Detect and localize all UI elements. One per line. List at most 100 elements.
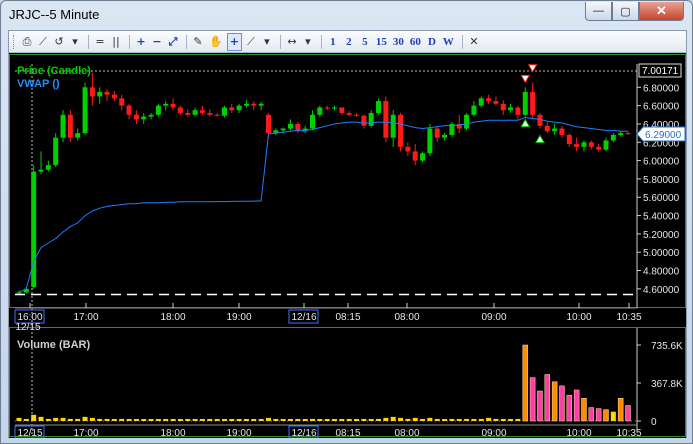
- candle-body: [544, 125, 550, 132]
- dropdown-icon[interactable]: ▾: [260, 33, 274, 51]
- volume-bar: [221, 419, 227, 421]
- interval-button-w[interactable]: W: [441, 33, 456, 51]
- candle-body: [119, 98, 125, 106]
- draw-pen-icon[interactable]: ✎: [191, 33, 205, 51]
- chart-area[interactable]: 6.80000 6.60000 6.40000 6.20000 6.00000 5.800…: [9, 54, 686, 439]
- volume-bar: [155, 419, 161, 421]
- price-tick-label: 5.00000: [643, 248, 680, 259]
- chart-svg[interactable]: 6.800006.600006.400006.200006.000005.800…: [9, 54, 686, 439]
- interval-button-5[interactable]: 5: [358, 33, 372, 51]
- volume-bar: [500, 418, 506, 421]
- candle-body: [383, 101, 389, 138]
- volume-bar: [603, 409, 609, 422]
- volume-bar: [427, 417, 433, 421]
- close-chart-icon[interactable]: ✕: [467, 33, 481, 51]
- zoom-out-icon[interactable]: −: [150, 33, 164, 51]
- volume-bar: [45, 418, 51, 421]
- minimize-button[interactable]: —: [585, 2, 612, 21]
- pause-icon[interactable]: ||: [109, 33, 123, 51]
- fit-icon[interactable]: ⤢: [166, 33, 180, 51]
- print-icon[interactable]: ⎙: [20, 33, 34, 51]
- candle-body: [412, 151, 418, 161]
- candle-body: [16, 292, 22, 294]
- equals-icon[interactable]: =: [93, 33, 107, 51]
- volume-bar: [522, 344, 529, 422]
- high-marker-label: 7.00171: [642, 66, 679, 77]
- candle-body: [236, 105, 242, 111]
- dropdown-icon[interactable]: ▾: [68, 33, 82, 51]
- time-axis-label: 12/16: [291, 312, 316, 323]
- vwap-line: [18, 116, 628, 293]
- candle-body: [192, 110, 198, 115]
- candle-body: [280, 128, 286, 131]
- hand-pan-icon[interactable]: ✋: [207, 33, 225, 51]
- volume-bar: [332, 419, 338, 421]
- volume-bar: [67, 418, 73, 421]
- interval-button-2[interactable]: 2: [342, 33, 356, 51]
- volume-bar: [573, 389, 580, 422]
- volume-bar: [383, 417, 389, 421]
- start-date-label: 12/15: [15, 322, 40, 333]
- candle-body: [405, 146, 411, 152]
- candle-body: [588, 142, 594, 147]
- price-tick-label: 4.60000: [643, 285, 680, 296]
- line-chart-icon[interactable]: ⟋: [36, 33, 50, 51]
- trendline-icon[interactable]: ⟋: [244, 33, 258, 51]
- candle-body: [111, 94, 117, 99]
- toolbar-grip[interactable]: [13, 34, 16, 49]
- volume-bar: [119, 418, 125, 421]
- volume-bar: [258, 419, 264, 421]
- maximize-button[interactable]: ▢: [612, 2, 639, 21]
- volume-bar: [251, 419, 257, 421]
- volume-bar: [551, 381, 558, 422]
- candle-body: [324, 107, 330, 109]
- volume-bar: [38, 416, 44, 421]
- volume-time-axis-label: 10:35: [616, 428, 641, 438]
- crosshair-icon[interactable]: +: [226, 32, 242, 51]
- volume-bar: [185, 419, 191, 421]
- volume-time-axis-label: 12/15: [17, 428, 42, 438]
- interval-button-30[interactable]: 30: [391, 33, 406, 51]
- title-bar[interactable]: JRJC--5 Minute — ▢ ✕: [1, 1, 692, 29]
- volume-bar: [133, 419, 139, 421]
- dropdown-icon[interactable]: ▾: [301, 33, 315, 51]
- volume-bar: [287, 419, 293, 421]
- zoom-in-icon[interactable]: +: [134, 33, 148, 51]
- buy-signal-marker: [535, 134, 545, 144]
- candle-body: [478, 98, 484, 106]
- chart-window: JRJC--5 Minute — ▢ ✕ ⎙ ⟋ ↺ ▾ = || + − ⤢ ✎ ✋ + ⟋ ▾ ↔ ▾ 1 2…: [0, 0, 693, 444]
- candle-body: [522, 91, 528, 115]
- price-tick-label: 5.40000: [643, 212, 680, 223]
- candle-body: [427, 128, 433, 154]
- price-legend: Price (Candle): [17, 65, 91, 77]
- candle-body: [493, 101, 499, 104]
- undo-icon[interactable]: ↺: [52, 33, 66, 51]
- volume-bar: [207, 419, 213, 421]
- volume-bar: [177, 419, 183, 421]
- interval-button-15[interactable]: 15: [374, 33, 389, 51]
- volume-bar: [529, 377, 536, 422]
- volume-bar: [31, 414, 37, 421]
- volume-bar: [53, 417, 59, 421]
- time-axis-label: 10:35: [616, 312, 641, 323]
- price-tick-label: 5.20000: [643, 230, 680, 241]
- price-tick-label: 6.60000: [643, 102, 680, 113]
- candle-body: [610, 134, 616, 141]
- candle-body: [398, 114, 404, 147]
- candle-body: [67, 114, 73, 138]
- volume-bar: [354, 419, 360, 421]
- scroll-both-icon[interactable]: ↔: [285, 33, 299, 51]
- toolbar-separator: [186, 34, 187, 49]
- candle-body: [442, 134, 448, 138]
- volume-bar: [544, 374, 551, 422]
- volume-bar: [420, 418, 426, 421]
- close-icon: ✕: [656, 3, 667, 18]
- volume-tick-label: 735.6K: [651, 341, 683, 352]
- interval-button-60[interactable]: 60: [408, 33, 423, 51]
- candle-body: [471, 105, 477, 115]
- interval-button-1[interactable]: 1: [326, 33, 340, 51]
- time-axis-label: 18:00: [160, 312, 185, 323]
- interval-button-d[interactable]: D: [425, 33, 439, 51]
- close-button[interactable]: ✕: [639, 2, 684, 21]
- sell-signal-marker: [520, 74, 531, 84]
